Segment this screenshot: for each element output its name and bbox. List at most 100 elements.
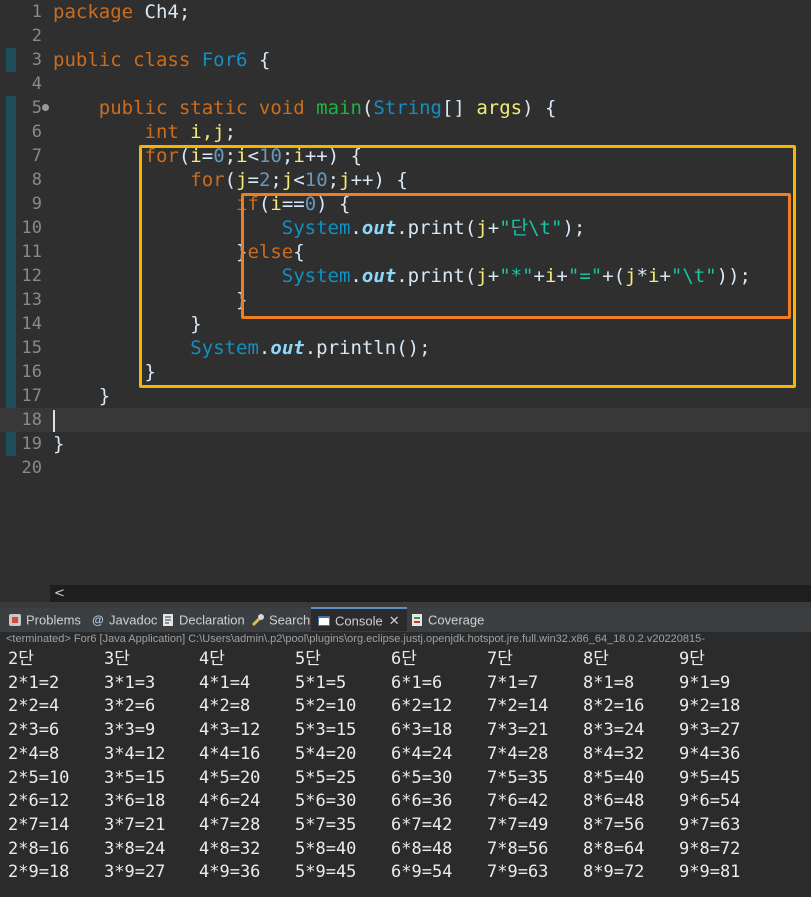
line-number: 15: [21, 338, 42, 358]
console-cell: 2*2=4: [8, 696, 60, 717]
line-number: 4: [31, 74, 42, 94]
line-number: 6: [31, 122, 42, 142]
console-cell: 6단: [391, 649, 417, 669]
line-number: 19: [21, 434, 42, 454]
console-cell: 3*7=21: [104, 814, 166, 835]
if-else-highlight-box: [241, 193, 791, 319]
console-cell: 2*6=12: [8, 791, 70, 812]
search-icon: [251, 613, 264, 626]
console-cell: 8*5=40: [583, 767, 645, 788]
code-line-4: 4: [0, 72, 811, 96]
code-line-19: 19 }: [0, 432, 811, 456]
console-cell: 3*1=3: [104, 672, 156, 693]
horizontal-scrollbar[interactable]: <: [50, 585, 811, 602]
code-line-3: 3 public class For6 {: [0, 48, 811, 72]
view-tab-bar: Problems @ Javadoc Declaration Search Con…: [0, 607, 811, 632]
console-cell: 8*1=8: [583, 672, 635, 693]
console-cell: 2*8=16: [8, 838, 70, 859]
console-cell: 9*6=54: [679, 791, 741, 812]
console-cell: 4*1=4: [199, 672, 251, 693]
console-cell: 5*8=40: [295, 838, 357, 859]
line-number: 8: [31, 170, 42, 190]
declaration-icon: [163, 613, 173, 626]
console-header-row: 2단 3단 4단 5단 6단 7단 8단 9단: [0, 647, 811, 671]
console-cell: 7*8=56: [487, 838, 549, 859]
javadoc-icon: @: [92, 612, 104, 627]
console-cell: 5*6=30: [295, 791, 357, 812]
console-cell: 3단: [104, 649, 130, 669]
console-cell: 5단: [295, 649, 321, 669]
console-cell: 6*7=42: [391, 814, 453, 835]
console-cell: 4*9=36: [199, 862, 261, 883]
code-text: public class For6 {: [53, 49, 271, 71]
code-text: public static void main(String[] args) {: [98, 97, 557, 119]
console-cell: 2*4=8: [8, 743, 60, 764]
tab-search[interactable]: Search: [251, 608, 310, 632]
line-number: 3: [31, 50, 42, 70]
console-cell: 7*4=28: [487, 743, 549, 764]
close-console-tab-icon[interactable]: ✕: [389, 613, 400, 628]
console-cell: 6*4=24: [391, 743, 453, 764]
console-cell: 4*7=28: [199, 814, 261, 835]
fold-toggle-icon[interactable]: [42, 104, 49, 111]
tab-console[interactable]: Console ✕: [311, 607, 407, 631]
text-cursor: [53, 410, 55, 432]
console-cell: 8*4=32: [583, 743, 645, 764]
line-number: 1: [31, 2, 42, 22]
code-text: int i,j;: [144, 121, 237, 143]
console-cell: 5*2=10: [295, 696, 357, 717]
console-output-row: 2*4=8 3*4=12 4*4=16 5*4=20 6*4=24 7*4=28 8*4=3…: [0, 742, 811, 766]
console-cell: 3*2=6: [104, 696, 156, 717]
scroll-left-arrow-icon[interactable]: <: [54, 585, 65, 602]
console-cell: 8단: [583, 649, 609, 669]
console-cell: 6*5=30: [391, 767, 453, 788]
console-cell: 4*8=32: [199, 838, 261, 859]
console-cell: 3*5=15: [104, 767, 166, 788]
console-cell: 9*5=45: [679, 767, 741, 788]
console-cell: 5*3=15: [295, 720, 357, 741]
console-cell: 4*5=20: [199, 767, 261, 788]
tab-declaration[interactable]: Declaration: [161, 608, 245, 632]
line-number: 7: [31, 146, 42, 166]
problems-icon: [9, 613, 21, 626]
console-cell: 8*3=24: [583, 720, 645, 741]
console-cell: 2*9=18: [8, 862, 70, 883]
console-cell: 5*5=25: [295, 767, 357, 788]
console-cell: 7*5=35: [487, 767, 549, 788]
console-cell: 5*9=45: [295, 862, 357, 883]
console-cell: 3*4=12: [104, 743, 166, 764]
console-output-row: 2*1=2 3*1=3 4*1=4 5*1=5 6*1=6 7*1=7 8*1=8 9*1=9: [0, 671, 811, 695]
line-number: 16: [21, 362, 42, 382]
line-number: 17: [21, 386, 42, 406]
code-editor[interactable]: 1 package Ch4; 2 3 public class For6 { 4…: [0, 0, 811, 585]
console-output-row: 2*8=16 3*8=24 4*8=32 5*8=40 6*8=48 7*8=56 8*8=…: [0, 837, 811, 861]
console-cell: 5*1=5: [295, 672, 347, 693]
console-cell: 9*8=72: [679, 838, 741, 859]
code-line-5: 5 public static void main(String[] args)…: [0, 96, 811, 120]
console-cell: 7단: [487, 649, 513, 669]
console-cell: 2*5=10: [8, 767, 70, 788]
console-output[interactable]: 2단 3단 4단 5단 6단 7단 8단 9단 2*1=2 3*1=3 4*1=4 5*1=5 6*1=…: [0, 647, 811, 897]
code-text: package Ch4;: [53, 1, 191, 23]
console-cell: 9*4=36: [679, 743, 741, 764]
console-cell: 7*2=14: [487, 696, 549, 717]
line-number: 14: [21, 314, 42, 334]
tab-coverage[interactable]: Coverage: [410, 608, 484, 632]
console-cell: 9*2=18: [679, 696, 741, 717]
tab-problems[interactable]: Problems: [8, 608, 81, 632]
console-cell: 6*3=18: [391, 720, 453, 741]
console-cell: 2*1=2: [8, 672, 60, 693]
code-line-18-current: 18: [0, 408, 811, 432]
console-cell: 5*7=35: [295, 814, 357, 835]
console-cell: 7*3=21: [487, 720, 549, 741]
console-cell: 9단: [679, 649, 705, 669]
console-output-row: 2*2=4 3*2=6 4*2=8 5*2=10 6*2=12 7*2=14 8*2=16 9…: [0, 694, 811, 718]
console-cell: 2*7=14: [8, 814, 70, 835]
console-cell: 6*1=6: [391, 672, 443, 693]
console-cell: 2*3=6: [8, 720, 60, 741]
console-output-row: 2*3=6 3*3=9 4*3=12 5*3=15 6*3=18 7*3=21 8*3=24…: [0, 718, 811, 742]
tab-javadoc[interactable]: @ Javadoc: [91, 608, 157, 632]
console-cell: 6*8=48: [391, 838, 453, 859]
console-cell: 5*4=20: [295, 743, 357, 764]
console-cell: 6*9=54: [391, 862, 453, 883]
